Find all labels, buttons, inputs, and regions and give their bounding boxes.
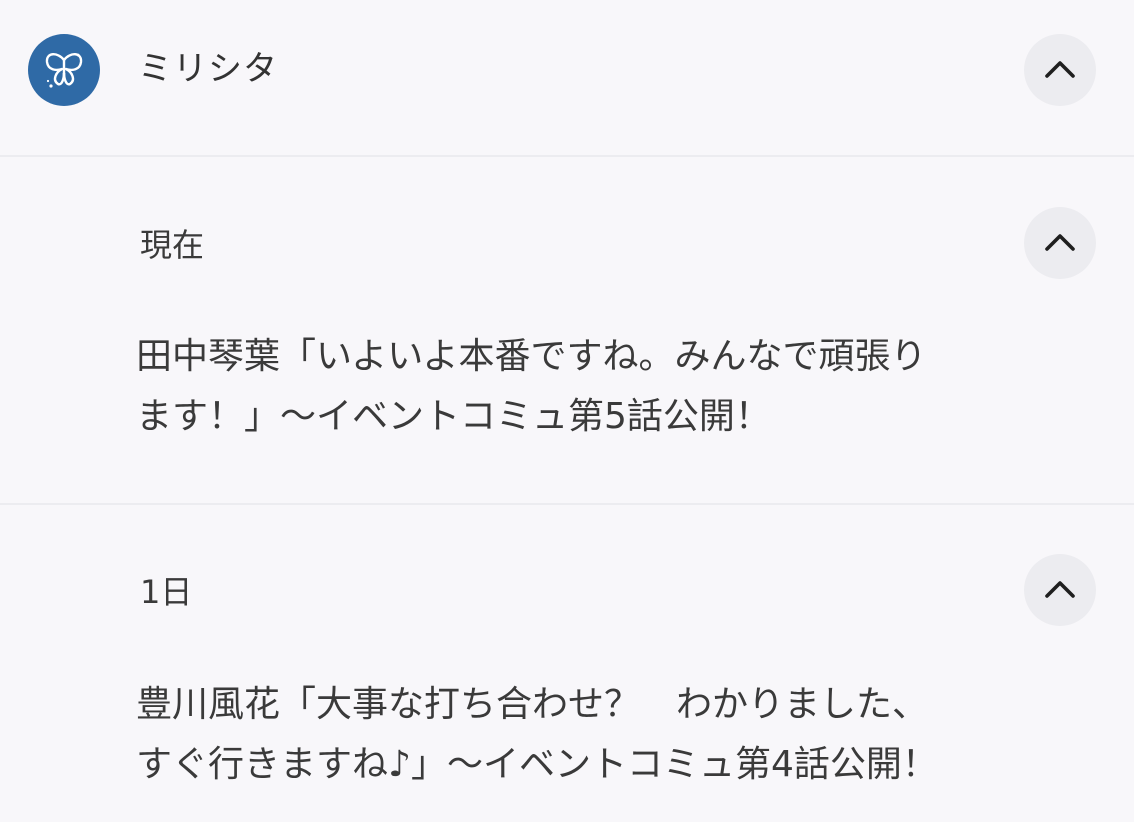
chevron-up-icon [1045, 61, 1075, 78]
notification-text: 田中琴葉「いよいよ本番ですね。みんなで頑張り ます！」〜イベントコミュ第5話公開… [136, 336, 927, 437]
app-name: ミリシタ [138, 49, 278, 89]
collapse-notification-button[interactable] [1024, 554, 1096, 626]
notification-item[interactable]: 1日 豊川風花「大事な打ち合わせ？ わかりました、 すぐ行きますね♪」〜イベント… [0, 505, 1134, 822]
app-icon [28, 34, 100, 106]
notification-item[interactable]: 現在 田中琴葉「いよいよ本番ですね。みんなで頑張り ます！」〜イベントコミュ第5… [0, 157, 1134, 505]
notification-time: 1日 [140, 573, 193, 611]
notification-panel: ミリシタ 現在 田中琴葉「いよいよ本番ですね。みんなで頑張り ます！」〜イベント… [0, 0, 1134, 822]
notification-time: 現在 [140, 226, 205, 264]
collapse-group-button[interactable] [1024, 34, 1096, 106]
chevron-up-icon [1045, 581, 1075, 598]
butterfly-icon [45, 53, 83, 88]
collapse-notification-button[interactable] [1024, 207, 1096, 279]
app-header[interactable]: ミリシタ [0, 0, 1134, 157]
chevron-up-icon [1045, 234, 1075, 251]
notification-text: 豊川風花「大事な打ち合わせ？ わかりました、 すぐ行きますね♪」〜イベントコミュ… [136, 684, 938, 785]
